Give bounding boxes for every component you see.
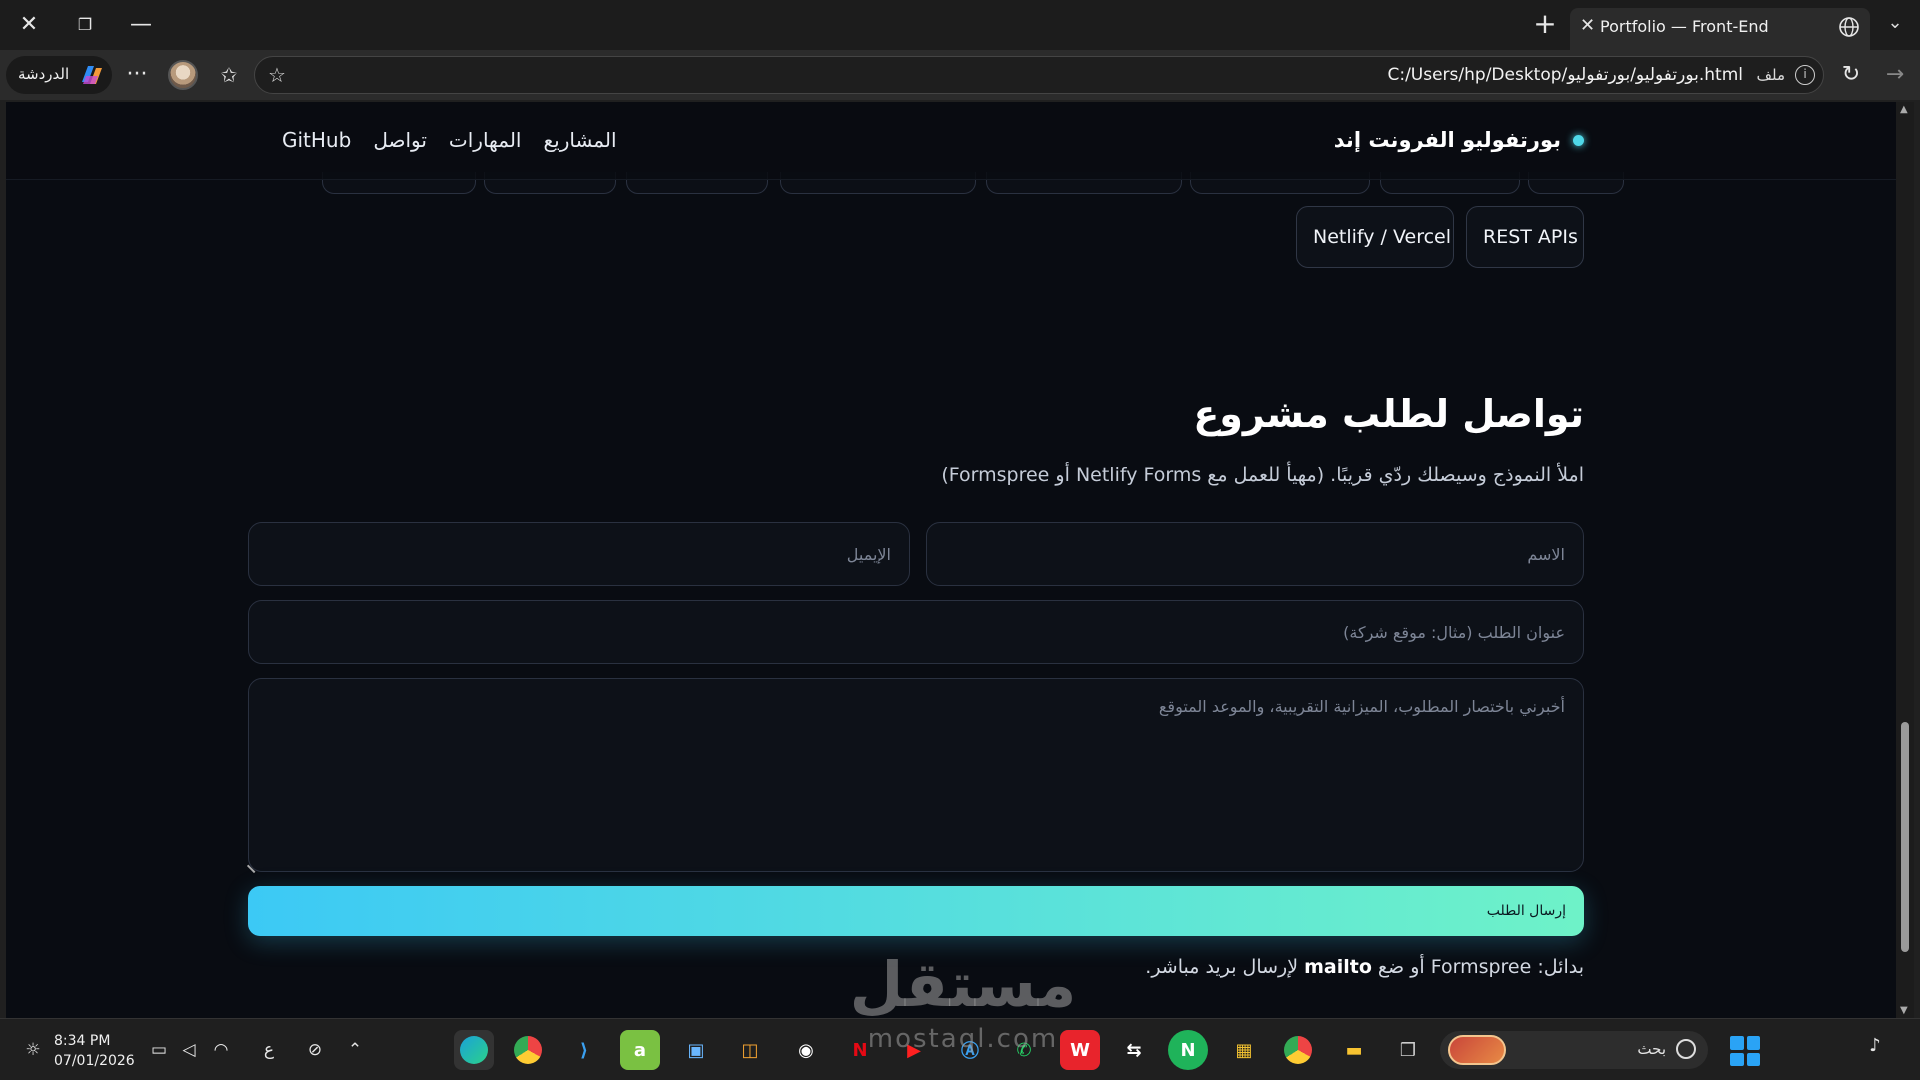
- skill-chip: REST APIs: [1466, 206, 1584, 268]
- netflix-app-icon[interactable]: N: [840, 1030, 880, 1070]
- address-bar[interactable]: ☆ C:/Users/hp/Desktop/بورتفوليو/بورتفولي…: [254, 56, 1824, 94]
- page-scrollbar[interactable]: ▲ ▼: [1896, 102, 1914, 1018]
- wps-app-icon[interactable]: W: [1060, 1030, 1100, 1070]
- favorites-icon[interactable]: ✩: [212, 58, 246, 92]
- submit-request-button[interactable]: إرسال الطلب: [248, 886, 1584, 936]
- site-brand[interactable]: بورتفوليو الفرونت إند: [1334, 128, 1584, 152]
- copilot-icon: [82, 66, 102, 84]
- alt-note-suffix: لإرسال بريد مباشر.: [1145, 956, 1305, 978]
- start-windows-icon: [1746, 1036, 1760, 1050]
- teamviewer-app-icon[interactable]: ⇆: [1114, 1030, 1154, 1070]
- page-viewport: بورتفوليو الفرونت إند المشاريع المهارات …: [6, 102, 1896, 1018]
- brand-text: بورتفوليو الفرونت إند: [1333, 128, 1561, 152]
- copilot-chat-button[interactable]: الدردشة: [6, 56, 112, 94]
- address-scheme-label: ملف: [1756, 66, 1785, 84]
- subject-input[interactable]: [249, 601, 1583, 663]
- brand-dot-icon: [1573, 134, 1584, 146]
- vscode-app-icon[interactable]: ⟩: [564, 1030, 604, 1070]
- file-explorer-app-icon[interactable]: ▬: [1334, 1030, 1374, 1070]
- name-input[interactable]: [927, 523, 1583, 585]
- scroll-up-icon[interactable]: ▲: [1900, 104, 1908, 115]
- add-favorite-star-icon[interactable]: ☆: [263, 61, 291, 89]
- alternatives-note: بدائل: Formspree أو ضع mailto لإرسال بري…: [1145, 956, 1584, 978]
- scroll-thumb[interactable]: [1901, 722, 1909, 952]
- site-header: بورتفوليو الفرونت إند المشاريع المهارات …: [6, 102, 1896, 180]
- tab-close-icon[interactable]: ✕: [1580, 15, 1595, 36]
- restore-window-icon[interactable]: ❐: [64, 8, 106, 42]
- volume-icon[interactable]: ◁: [176, 1037, 202, 1063]
- email-input[interactable]: [249, 523, 909, 585]
- browser-toolbar: الدردشة ··· ✩ ☆ C:/Users/hp/Desktop/بورت…: [0, 50, 1920, 100]
- multi-window-app-icon[interactable]: ◫: [730, 1030, 770, 1070]
- refresh-icon[interactable]: ↻: [1834, 58, 1868, 92]
- input-language[interactable]: ع: [256, 1037, 282, 1063]
- profile-avatar[interactable]: [168, 60, 198, 90]
- site-info-icon[interactable]: i: [1795, 65, 1815, 85]
- wifi-icon[interactable]: ◠: [208, 1037, 234, 1063]
- task-view-app-icon[interactable]: ❒: [1388, 1030, 1428, 1070]
- whatsapp-app-icon[interactable]: ✆: [1004, 1030, 1044, 1070]
- back-arrow-icon[interactable]: →: [1878, 58, 1912, 92]
- tab-title: Portfolio — Front-End: [1600, 17, 1769, 36]
- copilot-label: الدردشة: [18, 65, 70, 83]
- weather-icon[interactable]: ☼: [20, 1037, 46, 1063]
- app-a-icon[interactable]: a: [620, 1030, 660, 1070]
- audio-app-icon[interactable]: ◉: [786, 1030, 826, 1070]
- start-windows-icon: [1730, 1036, 1744, 1050]
- nav-link-github[interactable]: GitHub: [282, 128, 351, 152]
- contact-section-title: تواصل لطلب مشروع: [1193, 392, 1584, 436]
- alt-note-prefix: بدائل: Formspree أو ضع: [1371, 956, 1584, 978]
- notification-bell-icon[interactable]: ♪: [1860, 1035, 1890, 1065]
- search-icon: [1676, 1039, 1696, 1059]
- nav-link-projects[interactable]: المشاريع: [543, 128, 616, 152]
- browser-titlebar: ✕ ❐ — + ✕ Portfolio — Front-End ⌄: [0, 0, 1920, 50]
- start-button[interactable]: [1730, 1036, 1760, 1066]
- window-app-icon[interactable]: ▣: [676, 1030, 716, 1070]
- tray-date: 07/01/2026: [54, 1053, 135, 1069]
- windows-taskbar: ☼ 8:34 PM 07/01/2026 ▭ ◁ ◠ ع ⊘ ⌃ ⟩ a ▣ ◫…: [0, 1018, 1920, 1080]
- start-windows-icon: [1746, 1052, 1760, 1066]
- message-textarea[interactable]: [249, 679, 1583, 871]
- more-options-icon[interactable]: ···: [120, 58, 154, 92]
- tray-clock[interactable]: 8:34 PM 07/01/2026: [54, 1031, 135, 1071]
- name-field[interactable]: [926, 522, 1584, 586]
- tray-time: 8:34 PM: [54, 1033, 111, 1049]
- site-nav: المشاريع المهارات تواصل GitHub: [282, 128, 617, 152]
- contact-section-description: املأ النموذج وسيصلك ردّي قريبًا. (مهيأ ل…: [941, 464, 1584, 486]
- search-highlight-image: [1448, 1035, 1506, 1065]
- globe-icon: [1839, 17, 1859, 37]
- show-hidden-icons-chevron-icon[interactable]: ⌃: [342, 1037, 368, 1063]
- n-app-icon[interactable]: N: [1168, 1030, 1208, 1070]
- battery-icon[interactable]: ▭: [146, 1037, 172, 1063]
- address-url[interactable]: C:/Users/hp/Desktop/بورتفوليو/بورتفوليو.…: [1387, 65, 1743, 85]
- scroll-down-icon[interactable]: ▼: [1900, 1005, 1908, 1016]
- nav-link-contact[interactable]: تواصل: [373, 128, 427, 152]
- taskbar-search[interactable]: بحث: [1440, 1031, 1708, 1069]
- alt-note-mailto: mailto: [1304, 956, 1372, 978]
- search-label: بحث: [1637, 1040, 1666, 1058]
- youtube-app-icon[interactable]: ▶: [894, 1030, 934, 1070]
- nav-link-skills[interactable]: المهارات: [449, 128, 522, 152]
- close-window-icon[interactable]: ✕: [8, 8, 50, 42]
- appstore-app-icon[interactable]: Ⓐ: [950, 1030, 990, 1070]
- minimize-window-icon[interactable]: —: [120, 8, 162, 42]
- subject-field[interactable]: [248, 600, 1584, 664]
- tab-portfolio[interactable]: ✕ Portfolio — Front-End: [1570, 8, 1870, 50]
- skill-chip: Netlify / Vercel: [1296, 206, 1454, 268]
- edge-app-icon[interactable]: [454, 1030, 494, 1070]
- notifications-off-icon[interactable]: ⊘: [302, 1037, 328, 1063]
- chrome-profile-app-icon[interactable]: [1278, 1030, 1318, 1070]
- tab-list-chevron-icon[interactable]: ⌄: [1880, 12, 1910, 38]
- start-windows-icon: [1730, 1052, 1744, 1066]
- chrome-app-icon[interactable]: [508, 1030, 548, 1070]
- new-tab-icon[interactable]: +: [1520, 8, 1570, 42]
- store-app-icon[interactable]: ▦: [1224, 1030, 1264, 1070]
- email-field[interactable]: [248, 522, 910, 586]
- message-field[interactable]: [246, 678, 1584, 874]
